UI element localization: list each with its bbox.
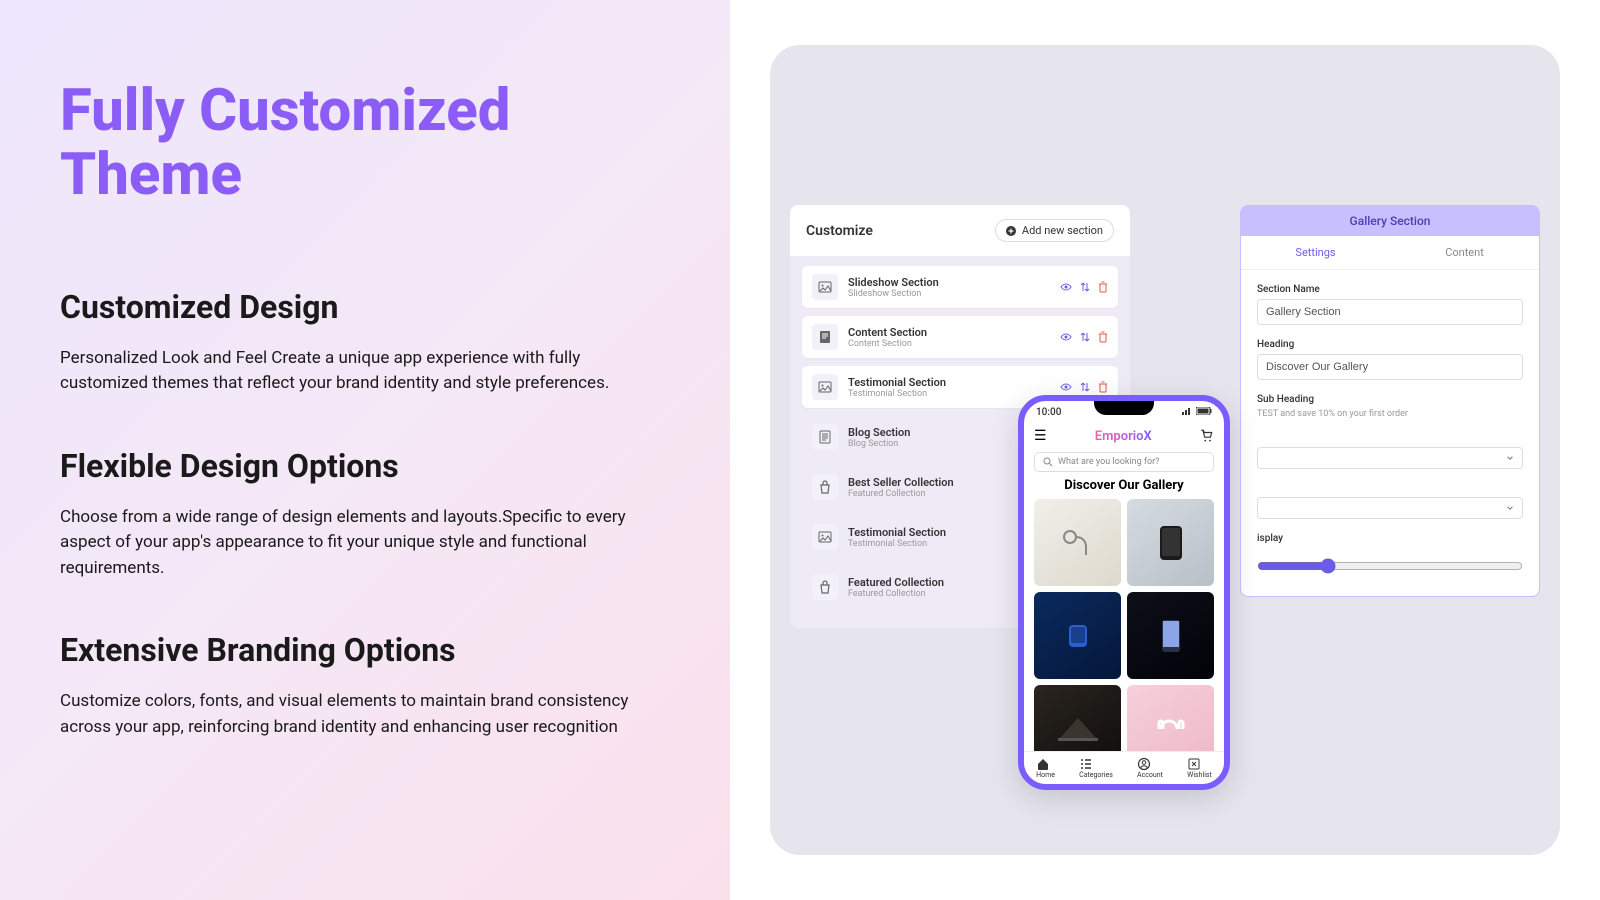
sort-icon[interactable] — [1080, 331, 1090, 343]
tab-content[interactable]: Content — [1390, 236, 1539, 269]
marketing-panel: Fully Customized Theme Customized Design… — [0, 0, 730, 900]
settings-panel: Gallery Section Settings Content Section… — [1240, 205, 1540, 597]
settings-form: Section Name Heading Sub Heading TEST an… — [1241, 270, 1539, 596]
heart-icon — [1187, 757, 1212, 771]
dropdown-2[interactable] — [1257, 497, 1523, 519]
section-subtitle: Testimonial Section — [848, 389, 1050, 399]
cart-icon[interactable] — [1200, 429, 1214, 443]
grid-icon — [1079, 757, 1113, 771]
section-actions — [1060, 281, 1108, 293]
section-actions — [1060, 331, 1108, 343]
preview-canvas: Customize Add new section Slideshow Sect… — [770, 45, 1560, 855]
hero-title: Fully Customized Theme — [60, 80, 670, 208]
section-type-icon — [812, 274, 838, 300]
display-slider[interactable] — [1257, 558, 1523, 574]
delete-icon[interactable] — [1098, 281, 1108, 293]
delete-icon[interactable] — [1098, 331, 1108, 343]
nav-categories[interactable]: Categories — [1079, 757, 1113, 779]
gallery-grid — [1024, 499, 1224, 772]
status-time: 10:00 — [1036, 407, 1061, 418]
menu-icon[interactable]: ☰ — [1034, 428, 1047, 444]
phone-notch — [1094, 399, 1154, 415]
section-text: Testimonial Section Testimonial Section — [848, 376, 1050, 399]
feature-heading: Flexible Design Options — [60, 447, 670, 485]
visibility-icon[interactable] — [1060, 331, 1072, 343]
search-icon — [1043, 457, 1053, 467]
section-type-icon — [812, 474, 838, 500]
sort-icon[interactable] — [1080, 281, 1090, 293]
sort-icon[interactable] — [1080, 381, 1090, 393]
app-brand: EmporioX — [1095, 429, 1152, 444]
add-section-button[interactable]: Add new section — [995, 219, 1114, 242]
section-type-icon — [812, 424, 838, 450]
tab-settings[interactable]: Settings — [1241, 236, 1390, 269]
section-title: Slideshow Section — [848, 276, 1050, 289]
feature-heading: Customized Design — [60, 288, 670, 326]
nav-label: Account — [1137, 771, 1163, 779]
section-title: Testimonial Section — [848, 376, 1050, 389]
section-name-label: Section Name — [1257, 284, 1523, 295]
nav-wishlist[interactable]: Wishlist — [1187, 757, 1212, 779]
gallery-tile[interactable] — [1034, 592, 1121, 679]
nav-label: Categories — [1079, 771, 1113, 779]
section-title: Content Section — [848, 326, 1050, 339]
feature-body: Customize colors, fonts, and visual elem… — [60, 689, 650, 740]
app-header: ☰ EmporioX — [1024, 424, 1224, 448]
status-icons — [1182, 407, 1213, 418]
delete-icon[interactable] — [1098, 381, 1108, 393]
section-type-icon — [812, 324, 838, 350]
preview-panel: Customize Add new section Slideshow Sect… — [730, 0, 1600, 900]
section-actions — [1060, 381, 1108, 393]
nav-home[interactable]: Home — [1036, 757, 1055, 779]
section-type-icon — [812, 524, 838, 550]
gallery-title: Discover Our Gallery — [1024, 478, 1224, 493]
signal-icon — [1182, 407, 1194, 415]
search-input[interactable]: What are you looking for? — [1034, 452, 1214, 472]
bottom-nav: Home Categories Account Wishlist — [1024, 751, 1224, 784]
section-text: Slideshow Section Slideshow Section — [848, 276, 1050, 299]
heading-input[interactable] — [1257, 354, 1523, 380]
section-subtitle: Content Section — [848, 339, 1050, 349]
customize-header: Customize Add new section — [790, 205, 1130, 256]
section-text: Content Section Content Section — [848, 326, 1050, 349]
feature-heading: Extensive Branding Options — [60, 631, 670, 669]
search-placeholder: What are you looking for? — [1058, 457, 1159, 467]
visibility-icon[interactable] — [1060, 281, 1072, 293]
gallery-tile[interactable] — [1127, 592, 1214, 679]
visibility-icon[interactable] — [1060, 381, 1072, 393]
heading-label: Heading — [1257, 339, 1523, 350]
chevron-down-icon — [1506, 454, 1514, 462]
section-subtitle: Slideshow Section — [848, 289, 1050, 299]
add-section-label: Add new section — [1022, 224, 1103, 237]
feature-body: Personalized Look and Feel Create a uniq… — [60, 346, 650, 397]
section-row[interactable]: Slideshow Section Slideshow Section — [802, 266, 1118, 308]
nav-label: Wishlist — [1187, 771, 1212, 779]
phone-mockup: 10:00 ☰ EmporioX What are you looking fo… — [1018, 395, 1230, 790]
customize-title: Customize — [806, 223, 873, 239]
section-type-icon — [812, 374, 838, 400]
section-name-input[interactable] — [1257, 299, 1523, 325]
chevron-down-icon — [1506, 504, 1514, 512]
section-type-icon — [812, 574, 838, 600]
nav-account[interactable]: Account — [1137, 757, 1163, 779]
home-icon — [1036, 757, 1055, 771]
nav-label: Home — [1036, 771, 1055, 779]
battery-icon — [1196, 407, 1212, 415]
gallery-tile[interactable] — [1127, 499, 1214, 586]
feature-body: Choose from a wide range of design eleme… — [60, 505, 650, 582]
display-label: isplay — [1257, 533, 1523, 544]
plus-icon — [1006, 226, 1016, 236]
settings-header: Gallery Section — [1241, 206, 1539, 236]
dropdown-1[interactable] — [1257, 447, 1523, 469]
sub-heading-label: Sub Heading — [1257, 394, 1523, 405]
user-icon — [1137, 757, 1163, 771]
sub-heading-hint: TEST and save 10% on your first order — [1257, 409, 1523, 419]
gallery-tile[interactable] — [1034, 499, 1121, 586]
settings-tabs: Settings Content — [1241, 236, 1539, 270]
section-row[interactable]: Content Section Content Section — [802, 316, 1118, 358]
